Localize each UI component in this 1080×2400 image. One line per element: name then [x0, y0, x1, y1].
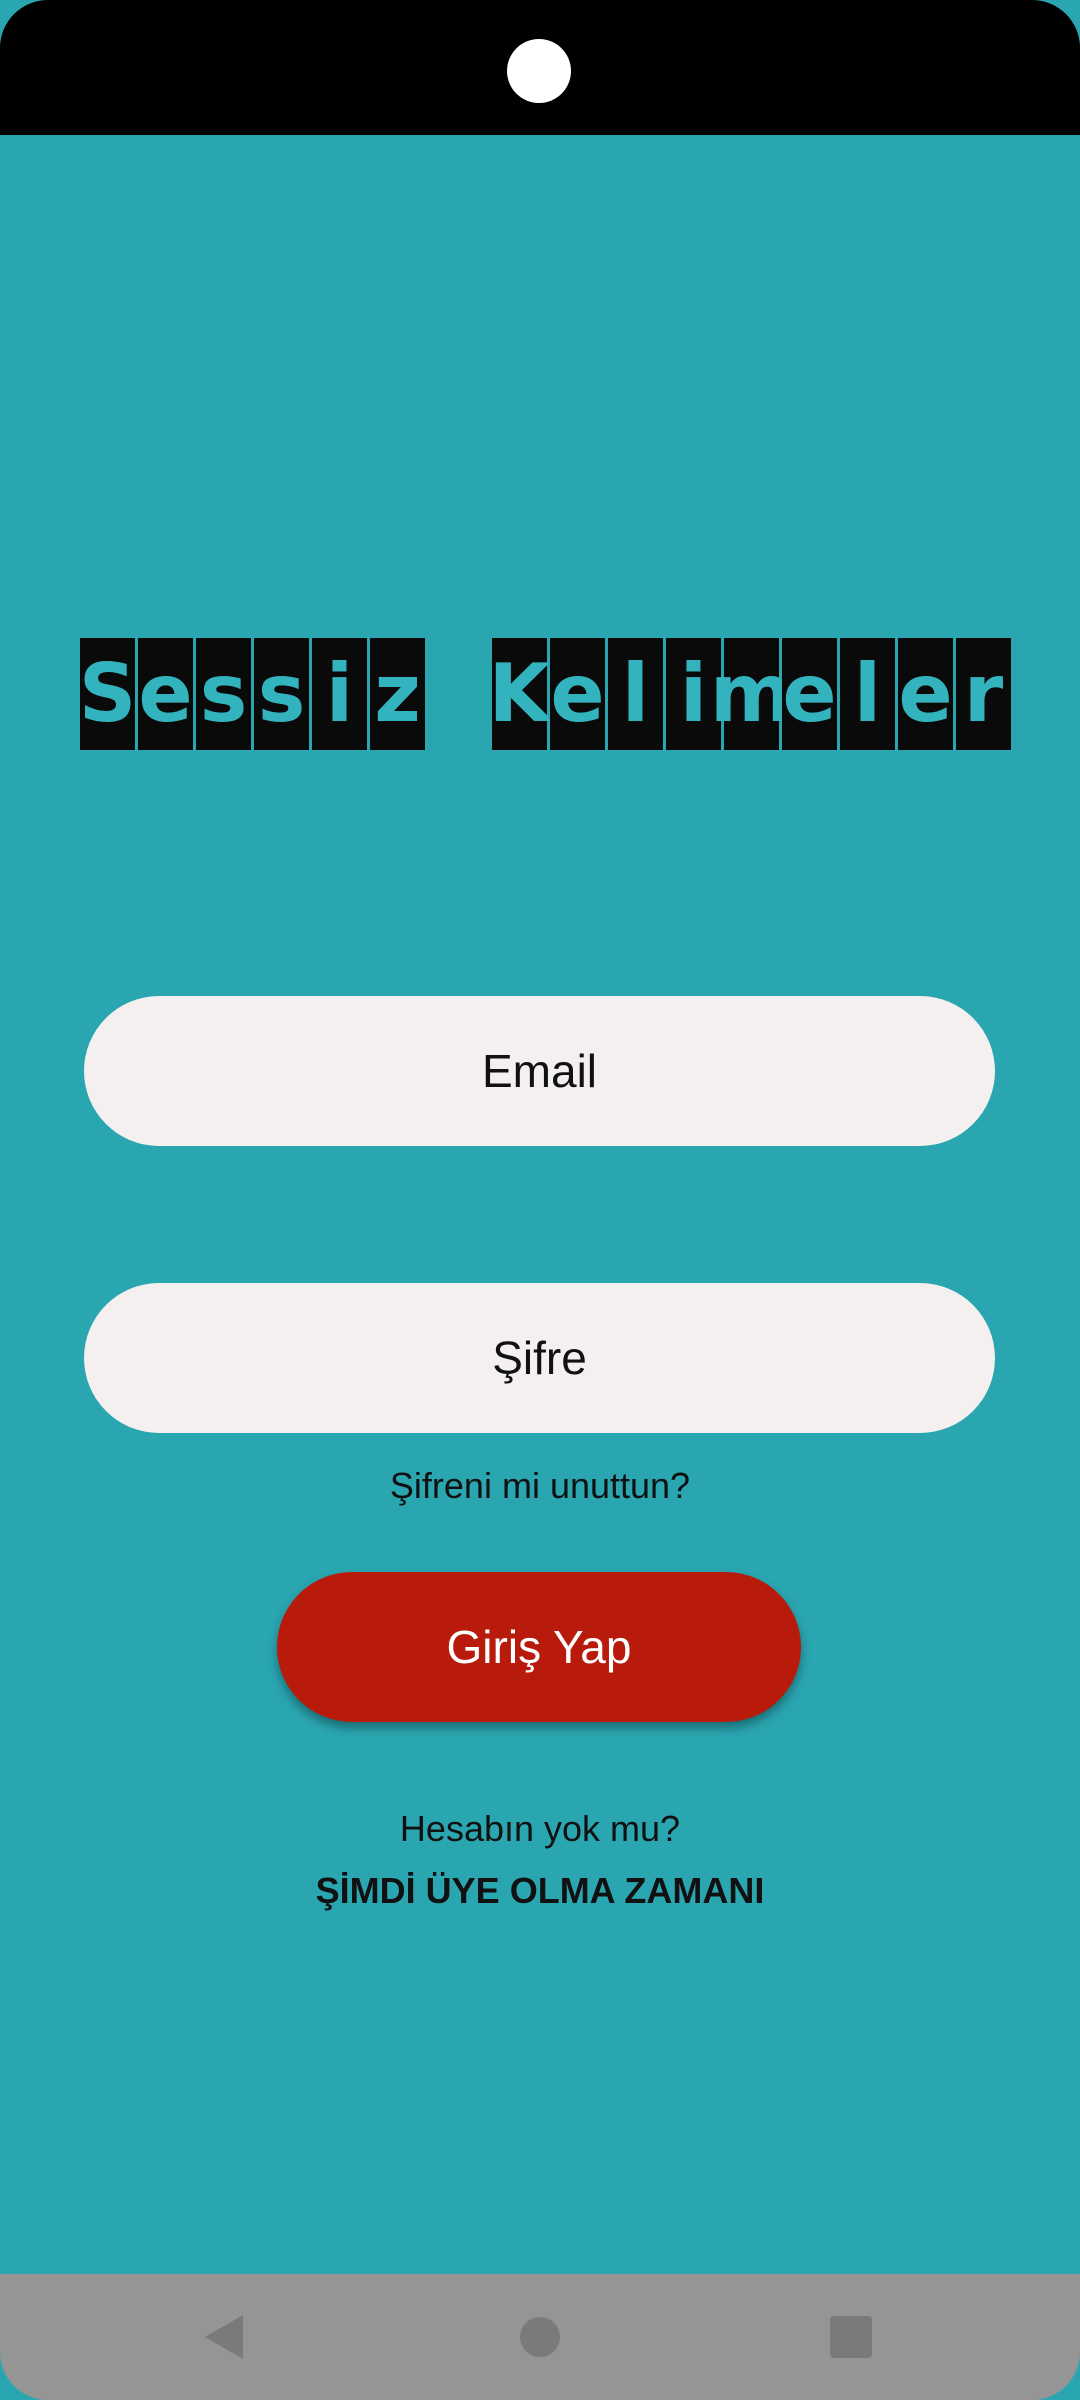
app-title-word-2: K e l i m e l e r [489, 638, 1011, 750]
forgot-password-link[interactable]: Şifreni mi unuttun? [0, 1465, 1080, 1507]
login-screen: S e s s i z K e l i m e l e r Şifreni mi… [0, 0, 1080, 2400]
signup-link[interactable]: ŞİMDİ ÜYE OLMA ZAMANI [0, 1870, 1080, 1912]
title-letter: r [956, 638, 1011, 750]
title-letter: l [840, 638, 895, 750]
title-letter: s [254, 638, 309, 750]
title-letter: K [489, 638, 551, 750]
status-bar [0, 0, 1080, 135]
app-title-word-1: S e s s i z [79, 638, 425, 750]
title-letter: s [196, 638, 251, 750]
login-button[interactable]: Giriş Yap [277, 1572, 801, 1722]
title-letter: z [370, 638, 425, 750]
title-letter: l [608, 638, 663, 750]
password-field[interactable] [84, 1283, 995, 1433]
recent-apps-square-icon[interactable] [830, 2316, 872, 2358]
no-account-label: Hesabın yok mu? [399, 1808, 681, 1849]
title-letter: e [782, 638, 837, 750]
title-letter: S [79, 638, 136, 750]
back-triangle-icon[interactable] [205, 2315, 243, 2359]
title-letter: m [710, 638, 793, 750]
email-field[interactable] [84, 996, 995, 1146]
camera-cutout-icon [507, 39, 571, 103]
title-letter: e [898, 638, 953, 750]
home-circle-icon[interactable] [520, 2317, 560, 2357]
title-letter: e [550, 638, 605, 750]
title-letter: e [138, 638, 193, 750]
title-letter: i [312, 638, 367, 750]
